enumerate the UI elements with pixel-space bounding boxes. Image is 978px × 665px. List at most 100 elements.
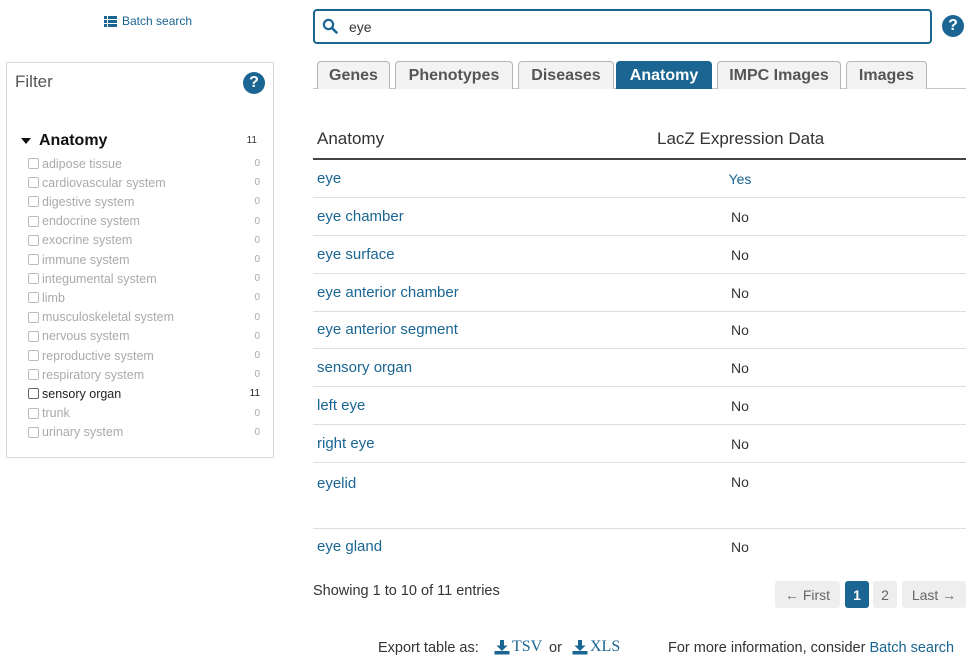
anatomy-facet-label: Anatomy [39, 132, 108, 149]
facet-checkbox[interactable] [28, 407, 39, 419]
facet-count: 11 [249, 388, 260, 400]
facet-item[interactable]: endocrine system 0 [28, 212, 260, 231]
search-icon [322, 18, 338, 34]
facet-checkbox[interactable] [28, 273, 39, 285]
facet-item[interactable]: immune system 0 [28, 250, 260, 269]
column-header-anatomy[interactable]: Anatomy [317, 129, 384, 149]
facet-item[interactable]: limb 0 [28, 288, 260, 307]
batch-search-link[interactable]: Batch search [104, 14, 192, 28]
row-divider [313, 348, 966, 349]
facet-item[interactable]: urinary system 0 [28, 423, 260, 442]
pagination-last[interactable]: Last → [902, 581, 966, 608]
facet-label: musculoskeletal system [42, 310, 174, 325]
facet-label: limb [42, 290, 65, 305]
export-xls-link[interactable]: XLS [572, 638, 620, 656]
facet-count: 0 [254, 177, 260, 189]
facet-checkbox[interactable] [28, 426, 39, 438]
lacz-value: No [731, 539, 749, 555]
facet-count: 0 [254, 215, 260, 227]
anatomy-term-link[interactable]: left eye [317, 397, 365, 414]
facet-label: cardiovascular system [42, 175, 166, 190]
entries-info: Showing 1 to 10 of 11 entries [313, 583, 500, 599]
header-divider [313, 158, 966, 160]
facet-checkbox[interactable] [28, 311, 39, 323]
facet-item[interactable]: respiratory system 0 [28, 365, 260, 384]
facet-checkbox[interactable] [28, 158, 39, 169]
column-header-lacz[interactable]: LacZ Expression Data [657, 129, 824, 149]
anatomy-term-link[interactable]: eye surface [317, 246, 395, 263]
facet-count: 0 [254, 196, 260, 208]
facet-label: integumental system [42, 271, 157, 286]
lacz-value: No [731, 360, 749, 376]
facet-count: 0 [254, 273, 260, 285]
facet-count: 0 [254, 311, 260, 323]
anatomy-term-link[interactable]: eye anterior segment [317, 321, 458, 338]
lacz-value: No [731, 285, 749, 301]
search-help-icon[interactable]: ? [942, 15, 964, 37]
anatomy-term-link[interactable]: eye chamber [317, 208, 404, 225]
anatomy-term-link[interactable]: eyelid [317, 475, 356, 492]
facet-label: immune system [42, 252, 130, 267]
pagination-page-2[interactable]: 2 [873, 581, 897, 608]
facet-item[interactable]: digestive system 0 [28, 192, 260, 211]
tab-genes[interactable]: Genes [317, 61, 390, 89]
facet-checkbox[interactable] [28, 369, 39, 381]
facet-count: 0 [254, 330, 260, 342]
facet-checkbox[interactable] [28, 350, 39, 361]
facet-item[interactable]: nervous system 0 [28, 327, 260, 346]
facet-checkbox[interactable] [28, 196, 39, 208]
facet-label: reproductive system [42, 348, 154, 363]
facet-item[interactable]: musculoskeletal system 0 [28, 308, 260, 327]
pagination-page-1[interactable]: 1 [845, 581, 869, 608]
tab-impc-images[interactable]: IMPC Images [717, 61, 841, 89]
facet-item[interactable]: reproductive system 0 [28, 346, 260, 365]
lacz-value: No [731, 398, 749, 414]
facet-count: 0 [254, 292, 260, 304]
lacz-link[interactable]: Yes [700, 171, 780, 187]
tab-images[interactable]: Images [846, 61, 927, 89]
facet-count: 0 [254, 407, 260, 419]
row-divider [313, 424, 966, 425]
anatomy-term-link[interactable]: eye [317, 170, 341, 187]
facet-checkbox[interactable] [28, 388, 39, 400]
facet-count: 0 [254, 234, 260, 246]
facet-item[interactable]: trunk 0 [28, 404, 260, 423]
anatomy-facet-toggle[interactable]: Anatomy [21, 132, 107, 150]
batch-search-footer-link[interactable]: Batch search [869, 640, 954, 656]
row-divider [313, 528, 966, 529]
more-info-text: For more information, consider Batch sea… [668, 640, 954, 656]
facet-checkbox[interactable] [28, 292, 39, 304]
facet-item[interactable]: exocrine system 0 [28, 231, 260, 250]
lacz-value: No [731, 209, 749, 225]
lacz-value: No [731, 474, 749, 490]
facet-item[interactable]: cardiovascular system 0 [28, 173, 260, 192]
facet-checkbox[interactable] [28, 215, 39, 227]
lacz-value: No [731, 247, 749, 263]
facet-checkbox[interactable] [28, 330, 39, 342]
facet-label: nervous system [42, 329, 130, 344]
facet-checkbox[interactable] [28, 177, 39, 189]
result-tabs: Genes Phenotypes Diseases Anatomy IMPC I… [313, 61, 966, 89]
facet-item[interactable]: integumental system 0 [28, 269, 260, 288]
facet-checkbox[interactable] [28, 234, 39, 246]
facet-count: 0 [254, 369, 260, 381]
anatomy-term-link[interactable]: sensory organ [317, 359, 412, 376]
facet-checkbox[interactable] [28, 254, 39, 265]
search-input[interactable] [347, 14, 907, 40]
search-box [313, 9, 932, 44]
facet-label: respiratory system [42, 367, 145, 382]
anatomy-term-link[interactable]: eye gland [317, 538, 382, 555]
tab-phenotypes[interactable]: Phenotypes [395, 61, 513, 89]
anatomy-term-link[interactable]: right eye [317, 435, 375, 452]
tab-diseases[interactable]: Diseases [518, 61, 614, 89]
filter-help-icon[interactable]: ? [243, 72, 265, 94]
pagination-first[interactable]: ← First [775, 581, 840, 608]
export-tsv-link[interactable]: TSV [494, 638, 542, 656]
lacz-value: No [731, 436, 749, 452]
anatomy-term-link[interactable]: eye anterior chamber [317, 284, 459, 301]
tab-anatomy[interactable]: Anatomy [616, 61, 712, 89]
facet-item[interactable]: sensory organ 11 [28, 384, 260, 403]
list-icon [104, 15, 117, 27]
download-icon [494, 639, 510, 654]
facet-item[interactable]: adipose tissue 0 [28, 154, 260, 173]
